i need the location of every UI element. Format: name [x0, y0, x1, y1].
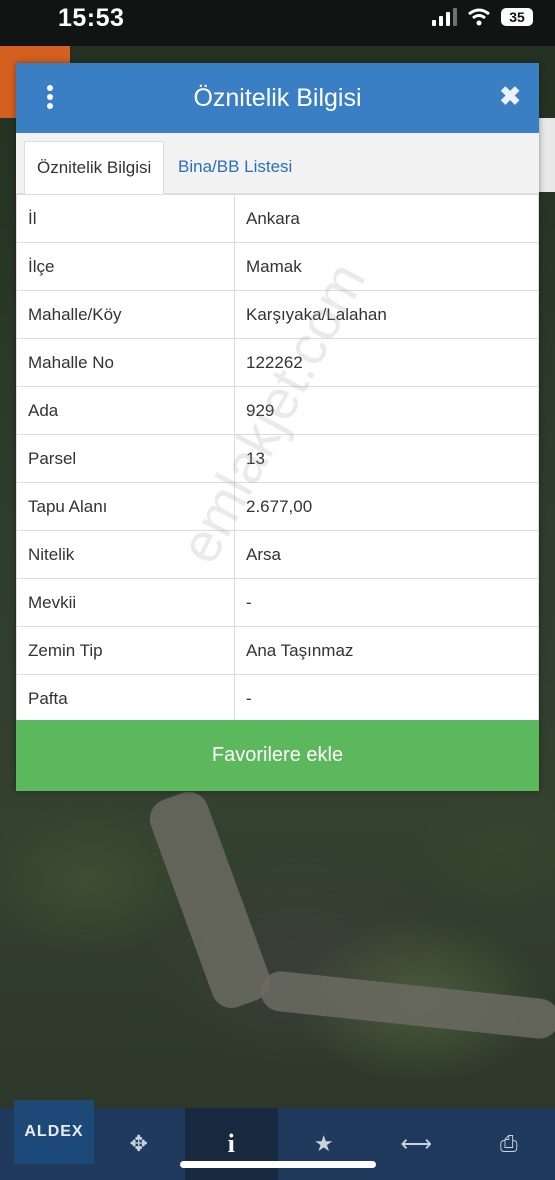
attribute-key: Ada	[16, 386, 235, 435]
table-row: Zemin Tip Ana Taşınmaz	[16, 626, 539, 675]
table-row: Pafta -	[16, 674, 539, 723]
attribute-value: -	[234, 674, 539, 723]
info-icon[interactable]: i	[185, 1108, 278, 1180]
crosshair-icon[interactable]: ✥	[93, 1108, 186, 1180]
wifi-icon	[468, 8, 490, 26]
dialog-title: Öznitelik Bilgisi	[193, 84, 362, 112]
attribute-key: Mahalle No	[16, 338, 235, 387]
attribute-key: Nitelik	[16, 530, 235, 579]
attribute-table: İl Ankara İlçe Mamak Mahalle/Köy Karşıyaka/La…	[16, 194, 539, 723]
status-time: 15:53	[58, 4, 125, 32]
table-row: Mevkii -	[16, 578, 539, 627]
cellular-signal-icon	[432, 8, 457, 26]
close-icon[interactable]: ✖	[499, 81, 521, 112]
tab-attribute-info[interactable]: Öznitelik Bilgisi	[24, 141, 165, 194]
attribute-value: Ana Taşınmaz	[234, 626, 539, 675]
status-bar: 15:53 35	[0, 0, 555, 46]
add-to-favorites-button[interactable]: Favorilere ekle	[16, 720, 539, 791]
table-row: Mahalle/Köy Karşıyaka/Lalahan	[16, 290, 539, 339]
attribute-value: Ankara	[234, 194, 539, 243]
table-row: Parsel 13	[16, 434, 539, 483]
table-row: Mahalle No 122262	[16, 338, 539, 387]
attribute-value: 122262	[234, 338, 539, 387]
attribute-dialog: Öznitelik Bilgisi ✖ Öznitelik Bilgisi Bi…	[16, 63, 539, 791]
tab-building-list[interactable]: Bina/BB Listesi	[166, 141, 304, 193]
attribute-value: Mamak	[234, 242, 539, 291]
attribute-value: 13	[234, 434, 539, 483]
home-indicator[interactable]	[180, 1161, 376, 1168]
aldex-logo: ALDEX	[14, 1100, 94, 1164]
attribute-value: Karşıyaka/Lalahan	[234, 290, 539, 339]
table-row: Nitelik Arsa	[16, 530, 539, 579]
battery-icon: 35	[501, 8, 533, 26]
attribute-key: Mahalle/Köy	[16, 290, 235, 339]
dialog-header: Öznitelik Bilgisi ✖	[16, 63, 539, 133]
attribute-value: 929	[234, 386, 539, 435]
attribute-key: Zemin Tip	[16, 626, 235, 675]
attribute-value: 2.677,00	[234, 482, 539, 531]
measure-icon[interactable]: ⟷	[370, 1108, 463, 1180]
table-row: Ada 929	[16, 386, 539, 435]
table-row: İlçe Mamak	[16, 242, 539, 291]
attribute-key: Pafta	[16, 674, 235, 723]
star-icon[interactable]: ★	[278, 1108, 371, 1180]
attribute-key: Tapu Alanı	[16, 482, 235, 531]
attribute-value: Arsa	[234, 530, 539, 579]
attribute-value: -	[234, 578, 539, 627]
map-side-panel	[539, 118, 555, 192]
attribute-key: Mevkii	[16, 578, 235, 627]
attribute-key: İlçe	[16, 242, 235, 291]
dialog-tabs: Öznitelik Bilgisi Bina/BB Listesi	[16, 133, 539, 194]
print-icon[interactable]: ⎙	[463, 1108, 555, 1180]
table-row: İl Ankara	[16, 194, 539, 243]
attribute-key: İl	[16, 194, 235, 243]
attribute-key: Parsel	[16, 434, 235, 483]
table-row: Tapu Alanı 2.677,00	[16, 482, 539, 531]
